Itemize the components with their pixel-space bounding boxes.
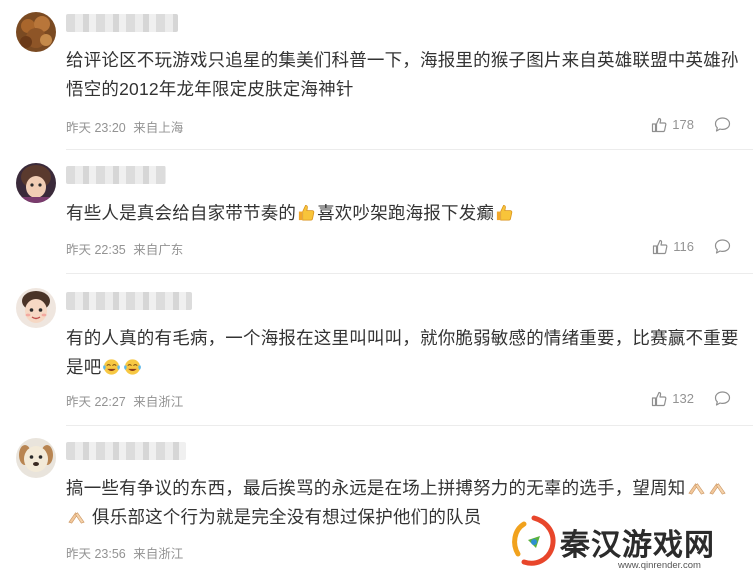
comment-meta: 昨天 22:27 来自浙江 bbox=[66, 391, 187, 410]
site-logo-icon bbox=[512, 515, 556, 566]
crying-laughing-emoji-icon bbox=[124, 359, 142, 375]
comment-location: 来自浙江 bbox=[133, 395, 184, 409]
comment-text-part: 喜欢吵架跑海报下发癫 bbox=[317, 203, 495, 223]
crying-laughing-emoji-icon bbox=[103, 359, 121, 375]
thumbs-up-icon[interactable] bbox=[651, 391, 667, 407]
comment-meta: 昨天 23:20 来自上海 bbox=[66, 117, 187, 136]
username-blurred[interactable] bbox=[66, 166, 166, 184]
praying-hands-emoji-icon bbox=[687, 483, 705, 495]
avatar[interactable] bbox=[16, 12, 56, 52]
thumbs-up-icon[interactable] bbox=[652, 239, 668, 255]
thumbs-up-emoji-icon bbox=[497, 204, 513, 221]
thumbs-up-icon[interactable] bbox=[651, 117, 667, 133]
praying-hands-emoji-icon bbox=[68, 512, 85, 524]
avatar[interactable] bbox=[16, 163, 56, 203]
comment-actions: 178 bbox=[651, 116, 731, 133]
comment-time: 昨天 23:56 bbox=[66, 547, 126, 561]
comment-feed: 给评论区不玩游戏只追星的集美们科普一下，海报里的猴子图片来自英雄联盟中英雄孙悟空… bbox=[0, 0, 753, 575]
comment-text: 有的人真的有毛病，一个海报在这里叫叫叫，就你脆弱敏感的情绪重要，比赛赢不重要是吧 bbox=[66, 324, 742, 382]
comment-meta: 昨天 23:56 来自浙江 bbox=[66, 543, 187, 562]
watermark-title: 秦汉游戏网 bbox=[560, 528, 715, 563]
comment-text: 有些人是真会给自家带节奏的 喜欢吵架跑海报下发癫 bbox=[66, 199, 742, 228]
comment-item: 有些人是真会给自家带节奏的 喜欢吵架跑海报下发癫 昨天 22:35 来自广东 11… bbox=[0, 150, 753, 274]
comment-location: 来自浙江 bbox=[133, 547, 184, 561]
comment-text-part: 有的人真的有毛病，一个海报在这里叫叫叫，就你脆弱敏感的情绪重要，比赛赢不重要是吧 bbox=[66, 328, 739, 377]
speech-bubble-icon[interactable] bbox=[714, 390, 731, 407]
speech-bubble-icon[interactable] bbox=[714, 238, 731, 255]
comment-text-part: 俱乐部这个行为就是完全没有想过保护他们的队员 bbox=[87, 507, 482, 527]
praying-hands-emoji-icon bbox=[708, 483, 726, 495]
comment-meta: 昨天 22:35 来自广东 bbox=[66, 239, 187, 258]
comment-location: 来自广东 bbox=[133, 243, 184, 257]
comment-time: 昨天 23:20 bbox=[66, 121, 126, 135]
like-count: 178 bbox=[672, 117, 694, 132]
comment-text-part: 有些人是真会给自家带节奏的 bbox=[66, 203, 297, 223]
watermark-url: www.qinrender.com bbox=[618, 560, 701, 571]
like-count: 132 bbox=[672, 391, 694, 406]
avatar[interactable] bbox=[16, 288, 56, 328]
username-blurred[interactable] bbox=[66, 14, 178, 32]
comment-item: 给评论区不玩游戏只追星的集美们科普一下，海报里的猴子图片来自英雄联盟中英雄孙悟空… bbox=[0, 0, 753, 150]
comment-time: 昨天 22:27 bbox=[66, 395, 126, 409]
like-count: 116 bbox=[673, 239, 694, 254]
thumbs-up-emoji-icon bbox=[299, 204, 315, 221]
username-blurred[interactable] bbox=[66, 442, 186, 460]
comment-text-part: 搞一些有争议的东西，最后挨骂的永远是在场上拼搏努力的无辜的选手，望周知 bbox=[66, 478, 686, 498]
comment-text: 给评论区不玩游戏只追星的集美们科普一下，海报里的猴子图片来自英雄联盟中英雄孙悟空… bbox=[66, 50, 739, 99]
comment-time: 昨天 22:35 bbox=[66, 243, 126, 257]
comment-item: 有的人真的有毛病，一个海报在这里叫叫叫，就你脆弱敏感的情绪重要，比赛赢不重要是吧… bbox=[0, 274, 753, 426]
site-watermark: 秦汉游戏网 www.qinrender.com bbox=[500, 510, 753, 575]
speech-bubble-icon[interactable] bbox=[714, 116, 731, 133]
comment-actions: 116 bbox=[652, 238, 731, 255]
comment-location: 来自上海 bbox=[133, 121, 184, 135]
avatar[interactable] bbox=[16, 438, 56, 478]
username-blurred[interactable] bbox=[66, 292, 192, 310]
comment-actions: 132 bbox=[651, 390, 731, 407]
